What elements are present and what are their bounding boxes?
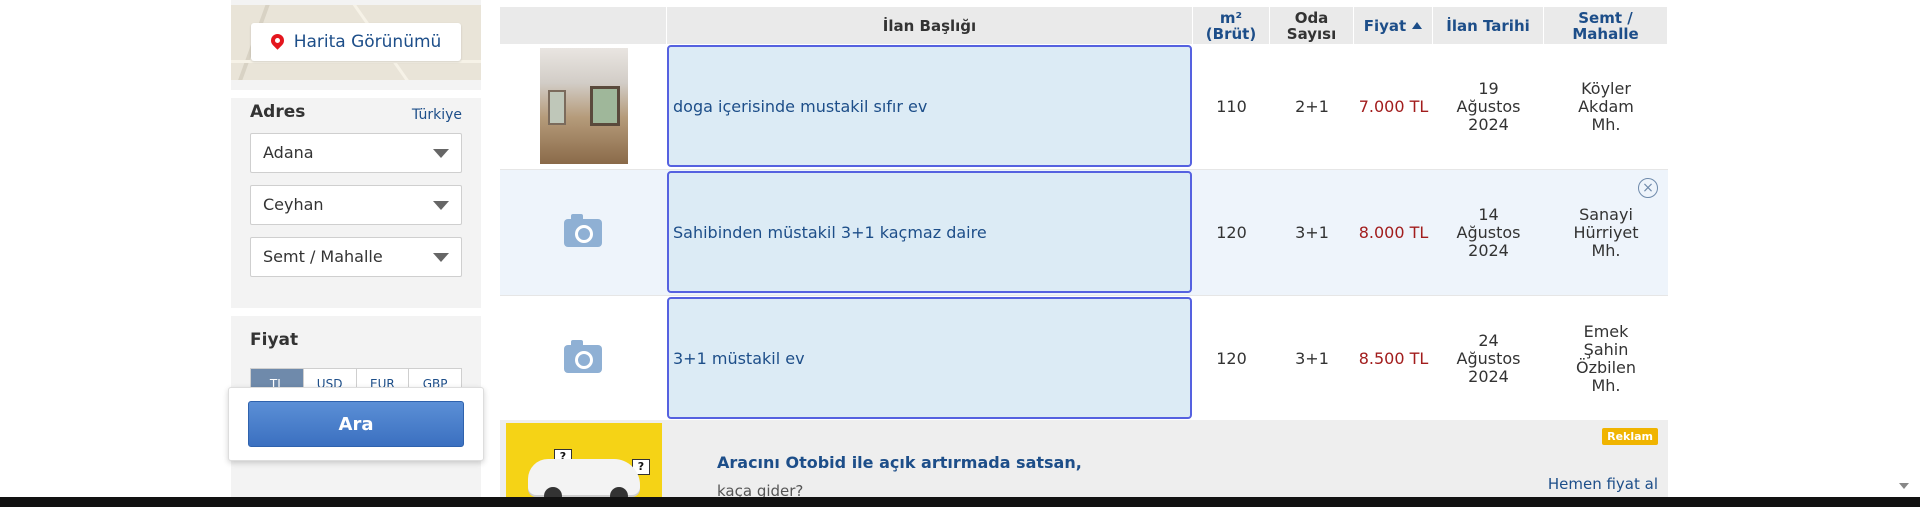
search-button-panel: Ara xyxy=(228,387,484,461)
address-filter: Adres Türkiye Adana Ceyhan Semt / Mahall… xyxy=(231,90,481,300)
scroll-down-icon[interactable] xyxy=(1899,483,1909,489)
district-select[interactable]: Ceyhan xyxy=(250,185,462,225)
page: Harita Görünümü Adres Türkiye Adana Ceyh… xyxy=(0,0,1920,507)
listing-rooms: 3+1 xyxy=(1295,223,1329,242)
table-row[interactable]: Sahibinden müstakil 3+1 kaçmaz daire 120… xyxy=(500,170,1668,296)
camera-icon xyxy=(564,214,602,247)
listing-title-link[interactable]: 3+1 müstakil ev xyxy=(667,297,1192,419)
close-icon[interactable]: × xyxy=(1638,178,1658,198)
listing-price: 7.000 TL xyxy=(1358,97,1429,116)
district-select-value: Ceyhan xyxy=(263,195,324,214)
map-view-label: Harita Görünümü xyxy=(293,32,442,52)
table-row[interactable]: 3+1 müstakil ev 120 3+1 8.500 TL 24 Ağus… xyxy=(500,296,1668,422)
address-title: Adres xyxy=(250,102,306,122)
photo-window xyxy=(590,86,620,126)
bottom-bar xyxy=(0,497,1920,507)
listing-table: İlan Başlığı m² (Brüt) Oda Sayısı Fiyat … xyxy=(500,0,1668,507)
header-area[interactable]: m² (Brüt) xyxy=(1193,7,1270,44)
listing-location: Köyler Akdam Mh. xyxy=(1578,79,1634,134)
chevron-down-icon xyxy=(433,253,449,262)
chevron-down-icon xyxy=(433,201,449,210)
header-price-label: Fiyat xyxy=(1363,16,1407,35)
search-button[interactable]: Ara xyxy=(248,401,464,447)
listing-date: 19 Ağustos 2024 xyxy=(1456,79,1521,134)
table-row[interactable]: doga içerisinde mustakil sıfır ev 110 2+… xyxy=(500,44,1668,170)
table-header: İlan Başlığı m² (Brüt) Oda Sayısı Fiyat … xyxy=(500,7,1668,44)
listing-location: Sanayi Hürriyet Mh. xyxy=(1573,205,1639,260)
scrollbar[interactable] xyxy=(1897,0,1920,507)
listing-location: Emek Şahin Özbilen Mh. xyxy=(1575,322,1637,395)
header-price[interactable]: Fiyat xyxy=(1354,7,1433,44)
chevron-down-icon xyxy=(433,149,449,158)
header-photo xyxy=(500,7,667,44)
ad-title[interactable]: Aracını Otobid ile açık artırmada satsan… xyxy=(717,453,1082,472)
price-title: Fiyat xyxy=(250,330,299,350)
header-date[interactable]: İlan Tarihi xyxy=(1433,7,1544,44)
listing-title-link[interactable]: doga içerisinde mustakil sıfır ev xyxy=(667,45,1192,167)
header-location[interactable]: Semt / Mahalle xyxy=(1544,7,1668,44)
listing-title-link[interactable]: Sahibinden müstakil 3+1 kaçmaz daire xyxy=(667,171,1192,293)
map-pin-icon xyxy=(271,34,284,51)
city-select[interactable]: Adana xyxy=(250,133,462,173)
sort-ascending-icon xyxy=(1412,22,1423,29)
listing-rooms: 2+1 xyxy=(1295,97,1329,116)
camera-icon xyxy=(564,340,602,373)
ad-row[interactable]: ? ? Aracını Otobid ile açık artırmada sa… xyxy=(500,420,1668,507)
header-title: İlan Başlığı xyxy=(667,7,1193,44)
listing-date: 24 Ağustos 2024 xyxy=(1456,331,1521,386)
country-link[interactable]: Türkiye xyxy=(412,107,462,123)
listing-area: 120 xyxy=(1216,349,1247,368)
map-view-button[interactable]: Harita Görünümü xyxy=(251,23,461,61)
listing-price: 8.500 TL xyxy=(1358,349,1429,368)
ad-cta-link[interactable]: Hemen fiyat al xyxy=(1548,475,1658,493)
map-preview: Harita Görünümü xyxy=(231,5,481,80)
listing-area: 120 xyxy=(1216,223,1247,242)
listing-date: 14 Ağustos 2024 xyxy=(1456,205,1521,260)
listing-area: 110 xyxy=(1216,97,1247,116)
listing-price: 8.000 TL xyxy=(1358,223,1429,242)
photo-window xyxy=(548,90,566,125)
neighborhood-select[interactable]: Semt / Mahalle xyxy=(250,237,462,277)
ad-badge: Reklam xyxy=(1602,428,1658,445)
neighborhood-select-value: Semt / Mahalle xyxy=(263,247,383,266)
listing-photo[interactable] xyxy=(540,48,628,164)
ad-car-image[interactable]: ? ? xyxy=(506,423,662,507)
listing-rooms: 3+1 xyxy=(1295,349,1329,368)
city-select-value: Adana xyxy=(263,143,314,162)
header-rooms: Oda Sayısı xyxy=(1270,7,1354,44)
